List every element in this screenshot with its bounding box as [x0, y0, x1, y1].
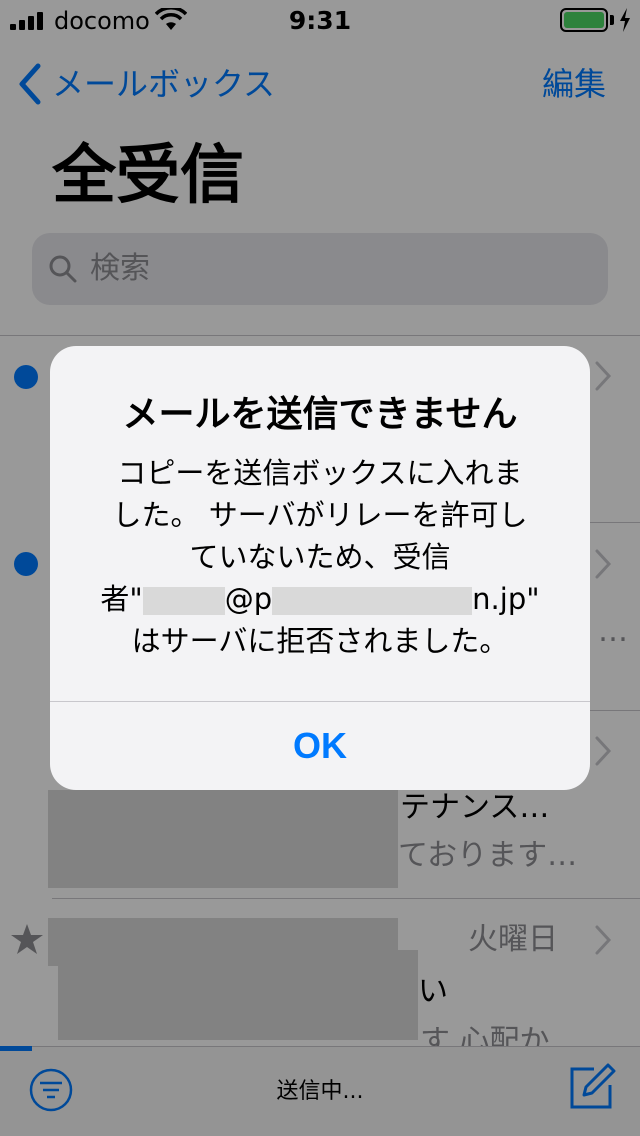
alert-dialog: メールを送信できません コピーを送信ボックスに入れま した。 サーバがリレーを許… [50, 346, 590, 790]
redacted-address [272, 587, 473, 615]
alert-title: メールを送信できません [122, 394, 518, 435]
recipient-at: @p [224, 582, 273, 616]
ok-button[interactable]: OK [50, 702, 590, 790]
alert-message-recipient: 者" @p n.jp" [84, 578, 556, 620]
recipient-prefix: 者" [100, 582, 143, 616]
recipient-suffix: n.jp" [472, 582, 540, 616]
alert-message-line: はサーバに拒否されました。 [131, 624, 509, 658]
alert-message: コピーを送信ボックスに入れま した。 サーバがリレーを許可し ていないため、受信… [84, 452, 556, 662]
alert-message-line: コピーを送信ボックスに入れま [117, 456, 523, 490]
alert-message-line: ていないため、受信 [189, 540, 451, 574]
mail-app-screen: docomo 9:31 メールボックス 編集 全受信 検索 … テナンス… てお… [0, 0, 640, 1136]
redacted-address [142, 587, 225, 615]
alert-message-line: した。 サーバがリレーを許可し [112, 498, 528, 532]
